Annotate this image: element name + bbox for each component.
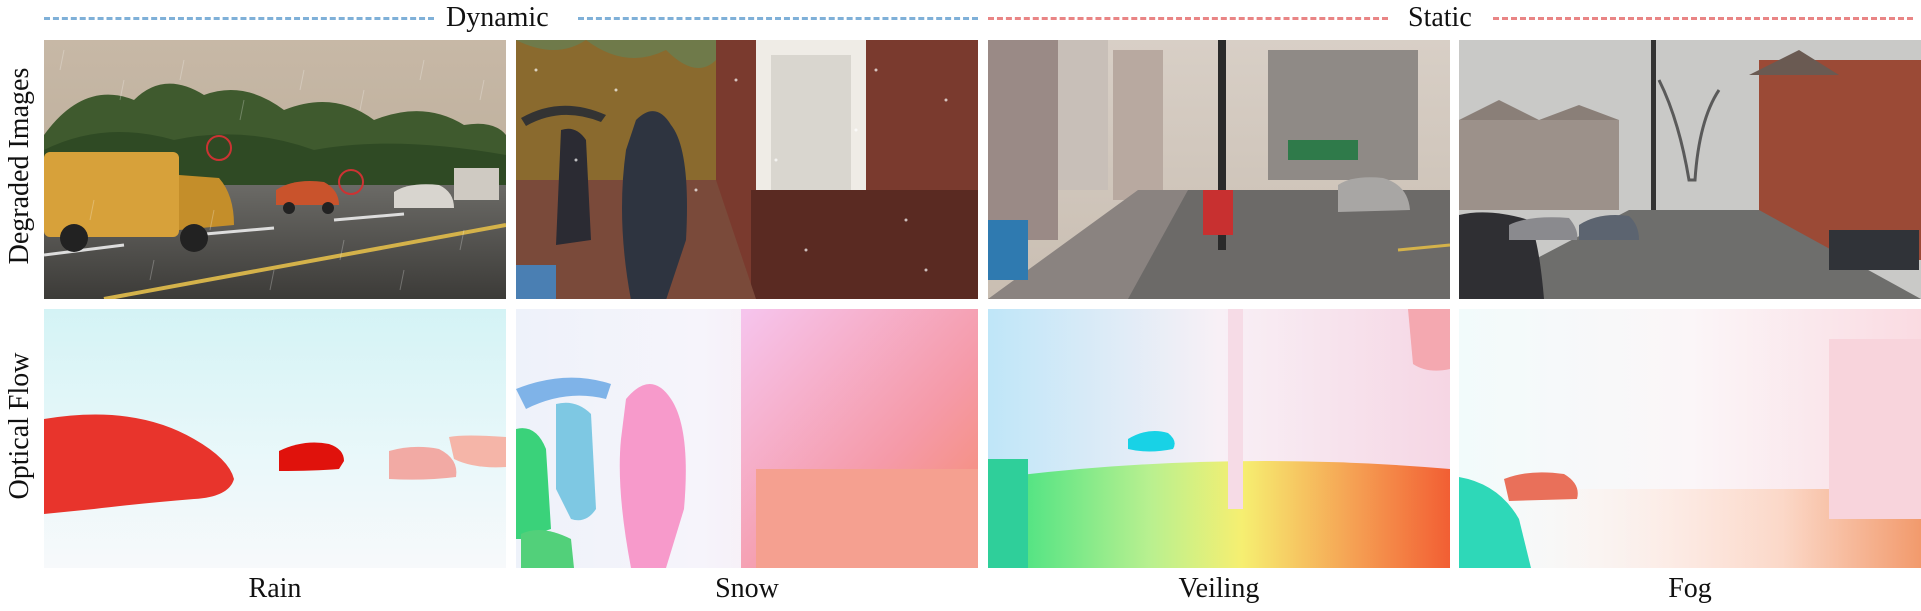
static-dashed-line-left bbox=[988, 17, 1388, 20]
optical-flow-snow bbox=[516, 309, 978, 568]
dynamic-label: Dynamic bbox=[446, 2, 549, 33]
degraded-image-veiling bbox=[988, 40, 1450, 299]
degraded-image-snow bbox=[516, 40, 978, 299]
caption-fog: Fog bbox=[1668, 573, 1712, 604]
group-header-dynamic: Dynamic bbox=[44, 0, 979, 36]
dynamic-dashed-line-right bbox=[578, 17, 978, 20]
degraded-image-rain bbox=[44, 40, 506, 299]
static-label: Static bbox=[1408, 2, 1472, 33]
static-dashed-line-right bbox=[1493, 17, 1913, 20]
caption-veiling: Veiling bbox=[1178, 573, 1260, 604]
optical-flow-veiling bbox=[988, 309, 1450, 568]
caption-rain: Rain bbox=[248, 573, 302, 604]
optical-flow-fog bbox=[1459, 309, 1921, 568]
group-header-static: Static bbox=[988, 0, 1921, 36]
caption-snow: Snow bbox=[715, 573, 779, 604]
row-label-optical-flow: Optical Flow bbox=[4, 352, 35, 500]
degraded-image-fog bbox=[1459, 40, 1921, 299]
optical-flow-rain bbox=[44, 309, 506, 568]
row-label-degraded-images: Degraded Images bbox=[4, 67, 35, 265]
dynamic-dashed-line-left bbox=[44, 17, 434, 20]
